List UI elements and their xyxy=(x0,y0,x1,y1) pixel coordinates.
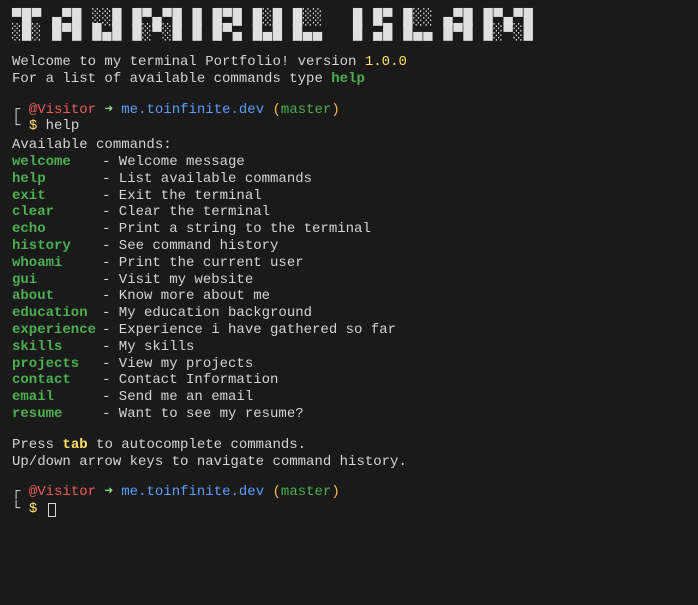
cmd-desc: - Clear the terminal xyxy=(102,204,270,221)
prompt-branch: master xyxy=(281,102,331,119)
prompt-visitor: @Visitor xyxy=(29,102,96,119)
dollar-sign: $ xyxy=(29,118,37,135)
arrow-icon: ➜ xyxy=(104,102,112,119)
cmd-name: contact xyxy=(12,372,102,389)
cmd-desc: - Welcome message xyxy=(102,154,245,171)
prompt-line-2: @Visitor ➜ me.toinfinite.dev (master) xyxy=(20,484,686,501)
cmd-row: gui- Visit my website xyxy=(12,272,686,289)
cmd-desc: - Exit the terminal xyxy=(102,188,262,205)
cmd-desc: - Know more about me xyxy=(102,288,270,305)
cmd-name: skills xyxy=(12,339,102,356)
bracket-icon: ┌└ xyxy=(12,484,20,518)
prompt-line-1: @Visitor ➜ me.toinfinite.dev (master) xyxy=(20,102,686,119)
cmd-desc: - Experience i have gathered so far xyxy=(102,322,396,339)
paren-close: ) xyxy=(331,484,339,501)
cmd-name: whoami xyxy=(12,255,102,272)
hints-block: Press tab to autocomplete commands. Up/d… xyxy=(12,437,686,471)
prompt-block-2[interactable]: ┌└ @Visitor ➜ me.toinfinite.dev (master)… xyxy=(12,484,686,518)
cmd-row: whoami- Print the current user xyxy=(12,255,686,272)
cmd-name: welcome xyxy=(12,154,102,171)
cmd-desc: - View my projects xyxy=(102,356,253,373)
welcome-line2-prefix: For a list of available commands type xyxy=(12,71,331,87)
cmd-row: experience- Experience i have gathered s… xyxy=(12,322,686,339)
cmd-desc: - Want to see my resume? xyxy=(102,406,304,423)
cmd-name: education xyxy=(12,305,102,322)
cmd-row: skills- My skills xyxy=(12,339,686,356)
arrow-icon: ➜ xyxy=(104,484,112,501)
cmd-desc: - Send me an email xyxy=(102,389,253,406)
cmd-name: clear xyxy=(12,204,102,221)
cmd-row: history- See command history xyxy=(12,238,686,255)
cmd-desc: - Print a string to the terminal xyxy=(102,221,371,238)
welcome-block: Welcome to my terminal Portfolio! versio… xyxy=(12,54,686,88)
cmd-desc: - Visit my website xyxy=(102,272,253,289)
prompt-branch: master xyxy=(281,484,331,501)
hint1-suffix: to autocomplete commands. xyxy=(88,437,306,453)
ascii-title: ▀█▀ ▄▀█ ░░█ █▀▄▀█ █ █▀█ █░█ █░░ █ █▀ █░░… xyxy=(12,10,686,40)
cmd-row: contact- Contact Information xyxy=(12,372,686,389)
command-input-row[interactable]: $ xyxy=(20,501,686,518)
cmd-name: gui xyxy=(12,272,102,289)
cmd-desc: - Print the current user xyxy=(102,255,304,272)
tab-keyword: tab xyxy=(62,437,87,453)
welcome-line2: For a list of available commands type he… xyxy=(12,71,686,88)
cmd-name: email xyxy=(12,389,102,406)
command-list: welcome- Welcome message help- List avai… xyxy=(12,154,686,423)
version-number: 1.0.0 xyxy=(365,54,407,70)
cmd-row: email- Send me an email xyxy=(12,389,686,406)
cmd-row: projects- View my projects xyxy=(12,356,686,373)
prompt-visitor: @Visitor xyxy=(29,484,96,501)
welcome-prefix: Welcome to my terminal Portfolio! versio… xyxy=(12,54,365,70)
prompt-host: me.toinfinite.dev xyxy=(121,484,264,501)
cmd-name: echo xyxy=(12,221,102,238)
cmd-row: echo- Print a string to the terminal xyxy=(12,221,686,238)
hint1-prefix: Press xyxy=(12,437,62,453)
prompt-block-1: ┌└ @Visitor ➜ me.toinfinite.dev (master)… xyxy=(12,102,686,136)
dollar-sign: $ xyxy=(29,501,37,518)
cmd-name: history xyxy=(12,238,102,255)
available-commands-header: Available commands: xyxy=(12,137,686,154)
cmd-row: clear- Clear the terminal xyxy=(12,204,686,221)
cmd-desc: - List available commands xyxy=(102,171,312,188)
cmd-desc: - My education background xyxy=(102,305,312,322)
paren-open: ( xyxy=(273,484,281,501)
cmd-name: exit xyxy=(12,188,102,205)
hint-line2: Up/down arrow keys to navigate command h… xyxy=(12,454,686,471)
cmd-row: help- List available commands xyxy=(12,171,686,188)
prompt-command-row: $ help xyxy=(20,118,686,135)
cmd-name: resume xyxy=(12,406,102,423)
cmd-desc: - See command history xyxy=(102,238,278,255)
cmd-name: experience xyxy=(12,322,102,339)
cmd-desc: - My skills xyxy=(102,339,194,356)
cmd-row: welcome- Welcome message xyxy=(12,154,686,171)
cmd-desc: - Contact Information xyxy=(102,372,278,389)
cmd-row: exit- Exit the terminal xyxy=(12,188,686,205)
help-hint: help xyxy=(331,71,365,87)
prompt-host: me.toinfinite.dev xyxy=(121,102,264,119)
paren-close: ) xyxy=(331,102,339,119)
cmd-row: education- My education background xyxy=(12,305,686,322)
entered-command: help xyxy=(46,118,80,135)
paren-open: ( xyxy=(273,102,281,119)
cmd-row: about- Know more about me xyxy=(12,288,686,305)
hint-line1: Press tab to autocomplete commands. xyxy=(12,437,686,454)
cmd-name: about xyxy=(12,288,102,305)
cursor-icon[interactable] xyxy=(48,503,56,517)
cmd-row: resume- Want to see my resume? xyxy=(12,406,686,423)
cmd-name: projects xyxy=(12,356,102,373)
welcome-line1: Welcome to my terminal Portfolio! versio… xyxy=(12,54,686,71)
cmd-name: help xyxy=(12,171,102,188)
bracket-icon: ┌└ xyxy=(12,102,20,136)
